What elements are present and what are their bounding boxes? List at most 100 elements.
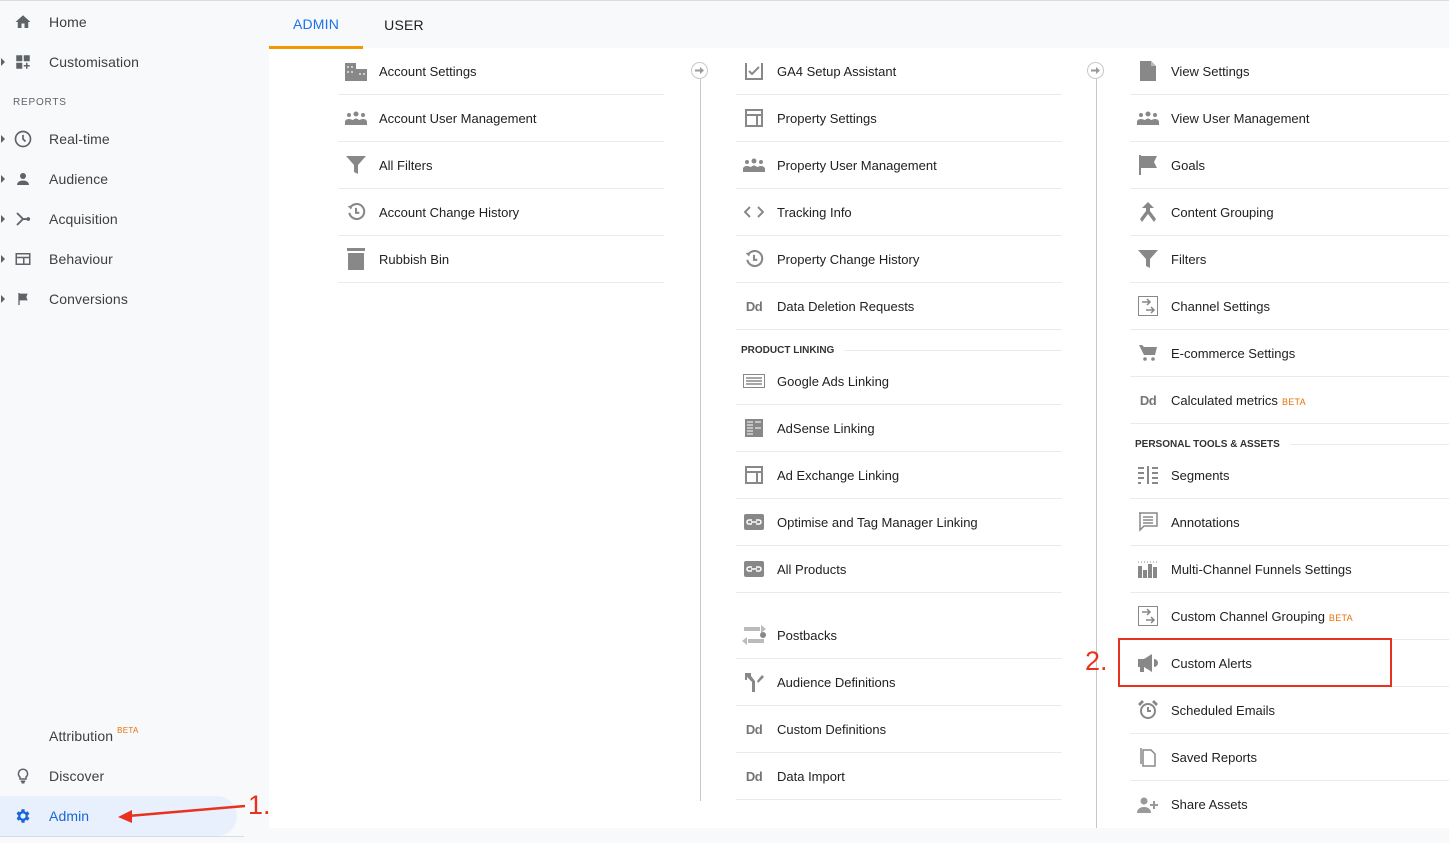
menu-item-view-settings[interactable]: View Settings — [1130, 48, 1449, 95]
comment-icon — [1136, 510, 1160, 534]
menu-item-scheduled-emails[interactable]: Scheduled Emails — [1130, 687, 1449, 734]
menu-item-label: Account User Management — [379, 110, 537, 126]
expand-caret-icon[interactable] — [1, 295, 5, 303]
menu-item-custom-definitions[interactable]: Dd Custom Definitions — [736, 706, 1062, 753]
beta-badge: BETA — [1328, 612, 1353, 623]
product-linking-header: PRODUCT LINKING — [736, 342, 1062, 358]
menu-item-audience-definitions[interactable]: Audience Definitions — [736, 659, 1062, 706]
sidebar-item-discover[interactable]: Discover — [0, 756, 240, 796]
menu-item-data-import[interactable]: Dd Data Import — [736, 753, 1062, 800]
sidebar-item-audience[interactable]: Audience — [0, 159, 240, 199]
menu-item-label: Property User Management — [777, 157, 937, 173]
menu-item-account-user-management[interactable]: Account User Management — [338, 95, 664, 142]
sidebar-item-realtime[interactable]: Real-time — [0, 119, 240, 159]
window-icon — [13, 249, 33, 269]
navigate-arrow-button[interactable] — [691, 62, 708, 79]
sidebar-item-label: Admin — [49, 808, 90, 824]
menu-item-label: Data Deletion Requests — [777, 298, 915, 314]
menu-item-label: Google Ads Linking — [777, 373, 890, 389]
menu-item-property-user-management[interactable]: Property User Management — [736, 142, 1062, 189]
menu-item-label: Segments — [1171, 467, 1230, 483]
lightbulb-icon — [13, 766, 33, 786]
sidebar-item-behaviour[interactable]: Behaviour — [0, 239, 240, 279]
beta-badge: BETA — [1281, 396, 1306, 407]
menu-item-label: Filters — [1171, 251, 1207, 267]
expand-caret-icon[interactable] — [1, 135, 5, 143]
menu-item-ad-exchange-linking[interactable]: Ad Exchange Linking — [736, 452, 1062, 499]
menu-item-goals[interactable]: Goals — [1130, 142, 1449, 189]
menu-item-multi-channel-funnels-settings[interactable]: Multi-Channel Funnels Settings — [1130, 546, 1449, 593]
menu-item-label: Annotations — [1171, 514, 1240, 530]
menu-item-all-filters[interactable]: All Filters — [338, 142, 664, 189]
alarm-icon — [1136, 698, 1160, 722]
menu-item-ga4-setup-assistant[interactable]: GA4 Setup Assistant — [736, 48, 1062, 95]
menu-item-adsense-linking[interactable]: AdSense Linking — [736, 405, 1062, 452]
tab-bar: ADMIN USER — [269, 0, 1449, 49]
menu-item-view-user-management[interactable]: View User Management — [1130, 95, 1449, 142]
menu-item-label: Account Settings — [379, 63, 477, 79]
menu-item-label: Property Settings — [777, 110, 877, 126]
menu-item-content-grouping[interactable]: Content Grouping — [1130, 189, 1449, 236]
navigate-arrow-button[interactable] — [1087, 62, 1104, 79]
menu-item-google-ads-linking[interactable]: Google Ads Linking — [736, 358, 1062, 405]
menu-item-all-products[interactable]: All Products — [736, 546, 1062, 593]
sidebar-item-home[interactable]: Home — [0, 2, 240, 42]
menu-item-channel-settings[interactable]: Channel Settings — [1130, 283, 1449, 330]
menu-item-annotations[interactable]: Annotations — [1130, 499, 1449, 546]
tab-user[interactable]: USER — [363, 1, 445, 49]
people-icon — [742, 153, 766, 177]
menu-item-data-deletion-requests[interactable]: Dd Data Deletion Requests — [736, 283, 1062, 330]
divider — [1289, 443, 1449, 445]
menu-item-label: Calculated metrics BETA — [1171, 393, 1306, 408]
sidebar-item-label: Real-time — [49, 131, 110, 147]
flag-icon — [13, 289, 33, 309]
sidebar-item-label: Home — [49, 14, 87, 30]
menu-item-tracking-info[interactable]: Tracking Info — [736, 189, 1062, 236]
gear-icon — [13, 806, 33, 826]
history-icon — [742, 247, 766, 271]
menu-item-property-change-history[interactable]: Property Change History — [736, 236, 1062, 283]
menu-item-segments[interactable]: Segments — [1130, 452, 1449, 499]
annotation-step-1: 1. — [248, 790, 271, 820]
trash-icon — [344, 247, 368, 271]
menu-item-label: Channel Settings — [1171, 298, 1271, 314]
merge-arrow-icon — [13, 209, 33, 229]
menu-item-filters[interactable]: Filters — [1130, 236, 1449, 283]
menu-item-rubbish-bin[interactable]: Rubbish Bin — [338, 236, 664, 283]
menu-item-custom-alerts[interactable]: Custom Alerts — [1130, 640, 1449, 687]
menu-item-custom-channel-grouping[interactable]: Custom Channel Grouping BETA — [1130, 593, 1449, 640]
menu-item-label: Custom Definitions — [777, 721, 887, 737]
postbacks-icon — [742, 623, 766, 647]
cart-icon — [1136, 341, 1160, 365]
menu-item-account-settings[interactable]: Account Settings — [338, 48, 664, 95]
column-connector-line — [1096, 79, 1097, 828]
menu-item-ecommerce-settings[interactable]: E-commerce Settings — [1130, 330, 1449, 377]
menu-item-postbacks[interactable]: Postbacks — [736, 612, 1062, 659]
expand-caret-icon[interactable] — [1, 58, 5, 66]
menu-item-label: GA4 Setup Assistant — [777, 63, 897, 79]
menu-item-property-settings[interactable]: Property Settings — [736, 95, 1062, 142]
bar-chart-icon — [1136, 557, 1160, 581]
menu-item-label: AdSense Linking — [777, 420, 875, 436]
menu-item-account-change-history[interactable]: Account Change History — [338, 189, 664, 236]
expand-caret-icon[interactable] — [1, 255, 5, 263]
expand-caret-icon[interactable] — [1, 175, 5, 183]
annotation-step-2: 2. — [1085, 646, 1108, 676]
menu-item-share-assets[interactable]: Share Assets — [1130, 781, 1449, 828]
sidebar-item-attribution[interactable]: Attribution BETA — [0, 716, 240, 756]
sidebar-item-conversions[interactable]: Conversions — [0, 279, 240, 319]
building-icon — [344, 59, 368, 83]
home-icon — [13, 12, 33, 32]
sidebar-item-customisation[interactable]: Customisation — [0, 42, 240, 82]
sidebar-item-acquisition[interactable]: Acquisition — [0, 199, 240, 239]
menu-item-optimise-tag-manager-linking[interactable]: Optimise and Tag Manager Linking — [736, 499, 1062, 546]
menu-item-label: E-commerce Settings — [1171, 345, 1296, 361]
section-title: PRODUCT LINKING — [741, 344, 835, 356]
menu-item-saved-reports[interactable]: Saved Reports — [1130, 734, 1449, 781]
tab-admin[interactable]: ADMIN — [269, 1, 363, 49]
menu-item-label: All Products — [777, 561, 847, 577]
channel-icon — [1136, 294, 1160, 318]
people-icon — [1136, 106, 1160, 130]
expand-caret-icon[interactable] — [1, 215, 5, 223]
menu-item-calculated-metrics[interactable]: Dd Calculated metrics BETA — [1130, 377, 1449, 424]
